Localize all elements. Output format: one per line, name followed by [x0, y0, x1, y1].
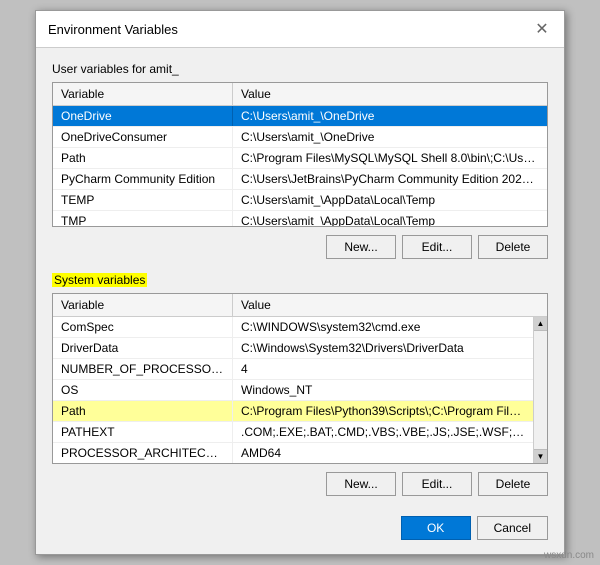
table-row[interactable]: TEMP C:\Users\amit_\AppData\Local\Temp [53, 190, 547, 211]
close-button[interactable]: ✕ [532, 19, 552, 39]
cell-variable: ComSpec [53, 317, 233, 337]
scroll-track [534, 331, 547, 449]
table-row[interactable]: NUMBER_OF_PROCESSORS 4 [53, 359, 533, 380]
cell-value: C:\WINDOWS\system32\cmd.exe [233, 317, 533, 337]
title-bar: Environment Variables ✕ [36, 11, 564, 48]
cell-variable: PATHEXT [53, 422, 233, 442]
table-row[interactable]: DriverData C:\Windows\System32\Drivers\D… [53, 338, 533, 359]
user-table-body[interactable]: OneDrive C:\Users\amit_\OneDrive OneDriv… [53, 106, 547, 226]
cell-value: 4 [233, 359, 533, 379]
dialog-body: User variables for amit_ Variable Value … [36, 48, 564, 554]
cell-variable: Path [53, 401, 233, 421]
cell-variable: TMP [53, 211, 233, 226]
scrollbar[interactable]: ▲ ▼ [533, 317, 547, 463]
ok-button[interactable]: OK [401, 516, 471, 540]
cell-variable: TEMP [53, 190, 233, 210]
system-delete-button[interactable]: Delete [478, 472, 548, 496]
cell-value: C:\Users\amit_\AppData\Local\Temp [233, 211, 547, 226]
cell-value: C:\Users\amit_\AppData\Local\Temp [233, 190, 547, 210]
table-row[interactable]: OneDrive C:\Users\amit_\OneDrive [53, 106, 547, 127]
system-col-variable: Variable [53, 294, 233, 316]
cell-value: C:\Program Files\MySQL\MySQL Shell 8.0\b… [233, 148, 547, 168]
system-variables-section: System variables Variable Value ComSpec … [52, 273, 548, 496]
table-row[interactable]: Path C:\Program Files\MySQL\MySQL Shell … [53, 148, 547, 169]
table-row[interactable]: OS Windows_NT [53, 380, 533, 401]
cell-variable: OneDrive [53, 106, 233, 126]
table-row[interactable]: PATHEXT .COM;.EXE;.BAT;.CMD;.VBS;.VBE;.J… [53, 422, 533, 443]
environment-variables-dialog: Environment Variables ✕ User variables f… [35, 10, 565, 555]
user-variables-table: Variable Value OneDrive C:\Users\amit_\O… [52, 82, 548, 227]
system-col-value: Value [233, 294, 547, 316]
bottom-buttons-row: OK Cancel [52, 510, 548, 540]
dialog-title: Environment Variables [48, 22, 178, 37]
cell-value: Windows_NT [233, 380, 533, 400]
scroll-down-button[interactable]: ▼ [534, 449, 547, 463]
cell-value: AMD64 [233, 443, 533, 463]
cell-value: C:\Users\amit_\OneDrive [233, 106, 547, 126]
table-row[interactable]: Path C:\Program Files\Python39\Scripts\;… [53, 401, 533, 422]
table-row[interactable]: PROCESSOR_ARCHITECTURE AMD64 [53, 443, 533, 463]
user-col-value: Value [233, 83, 547, 105]
user-table-header: Variable Value [53, 83, 547, 106]
cell-value: C:\Users\amit_\OneDrive [233, 127, 547, 147]
cell-value: C:\Windows\System32\Drivers\DriverData [233, 338, 533, 358]
cell-variable: PyCharm Community Edition [53, 169, 233, 189]
system-edit-button[interactable]: Edit... [402, 472, 472, 496]
watermark: wsxdn.com [544, 550, 594, 561]
system-table-header: Variable Value [53, 294, 547, 317]
scroll-up-button[interactable]: ▲ [534, 317, 547, 331]
cell-value: C:\Program Files\Python39\Scripts\;C:\Pr… [233, 401, 533, 421]
system-table-body[interactable]: ComSpec C:\WINDOWS\system32\cmd.exe Driv… [53, 317, 547, 463]
system-section-label: System variables [52, 273, 147, 287]
cancel-button[interactable]: Cancel [477, 516, 548, 540]
user-delete-button[interactable]: Delete [478, 235, 548, 259]
user-section-label: User variables for amit_ [52, 62, 548, 76]
cell-variable: PROCESSOR_ARCHITECTURE [53, 443, 233, 463]
cell-variable: Path [53, 148, 233, 168]
cell-variable: OneDriveConsumer [53, 127, 233, 147]
cell-value: C:\Users\JetBrains\PyCharm Community Edi… [233, 169, 547, 189]
system-buttons-row: New... Edit... Delete [52, 472, 548, 496]
system-new-button[interactable]: New... [326, 472, 396, 496]
cell-variable: NUMBER_OF_PROCESSORS [53, 359, 233, 379]
system-variables-table: Variable Value ComSpec C:\WINDOWS\system… [52, 293, 548, 464]
table-row[interactable]: PyCharm Community Edition C:\Users\JetBr… [53, 169, 547, 190]
table-row[interactable]: TMP C:\Users\amit_\AppData\Local\Temp [53, 211, 547, 226]
user-variables-section: User variables for amit_ Variable Value … [52, 62, 548, 259]
table-row[interactable]: ComSpec C:\WINDOWS\system32\cmd.exe [53, 317, 533, 338]
system-table-wrapper: ComSpec C:\WINDOWS\system32\cmd.exe Driv… [53, 317, 547, 463]
cell-variable: DriverData [53, 338, 233, 358]
cell-value: .COM;.EXE;.BAT;.CMD;.VBS;.VBE;.JS;.JSE;.… [233, 422, 533, 442]
user-buttons-row: New... Edit... Delete [52, 235, 548, 259]
user-new-button[interactable]: New... [326, 235, 396, 259]
table-row[interactable]: OneDriveConsumer C:\Users\amit_\OneDrive [53, 127, 547, 148]
user-edit-button[interactable]: Edit... [402, 235, 472, 259]
cell-variable: OS [53, 380, 233, 400]
user-col-variable: Variable [53, 83, 233, 105]
